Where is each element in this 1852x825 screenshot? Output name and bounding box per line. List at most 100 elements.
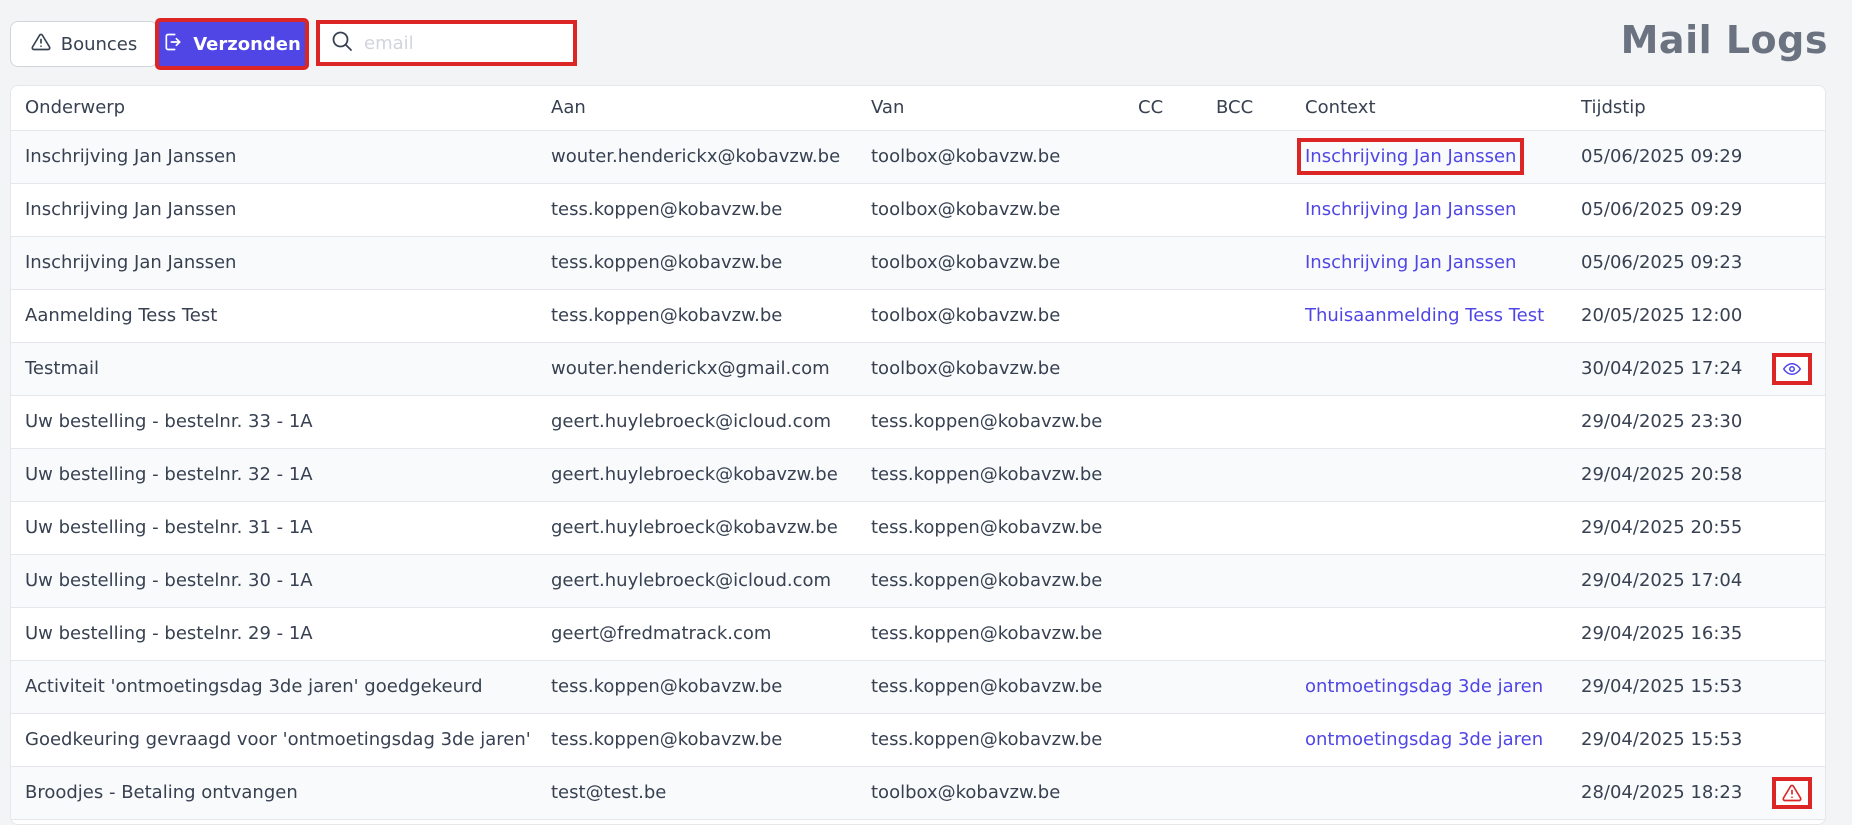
table-row[interactable]: Testmail wouter.henderickx@gmail.com toolb…	[11, 342, 1825, 396]
search-icon	[330, 29, 354, 57]
context-link[interactable]: Inschrijving Jan Janssen	[1305, 199, 1516, 220]
cell-onderwerp: Uw bestelling - bestelnr. 31 - 1A	[11, 501, 537, 555]
cell-tijdstip: 29/04/2025 20:55	[1567, 501, 1757, 555]
cell-context	[1291, 395, 1567, 449]
cell-action	[1757, 766, 1825, 820]
cell-bcc	[1202, 607, 1291, 661]
cell-aan: tess.koppen@kobavzw.be	[537, 183, 857, 237]
cell-van: tess.koppen@kobavzw.be	[857, 501, 1124, 555]
column-header-tijdstip[interactable]: Tijdstip	[1567, 86, 1757, 131]
cell-van: tess.koppen@kobavzw.be	[857, 395, 1124, 449]
cell-onderwerp: Aanmelding Tess Test	[11, 289, 537, 343]
cell-tijdstip: 28/04/2025 18:23	[1567, 766, 1757, 820]
table-header-row: Onderwerp Aan Van CC BCC Context Tijdsti…	[11, 86, 1825, 131]
column-header-bcc[interactable]: BCC	[1202, 86, 1291, 131]
cell-onderwerp: Activiteit 'ontmoetingsdag 3de jaren' go…	[11, 660, 537, 714]
cell-bcc	[1202, 501, 1291, 555]
cell-cc	[1124, 183, 1202, 237]
cell-action	[1757, 501, 1825, 555]
cell-van: tess.koppen@kobavzw.be	[857, 448, 1124, 502]
table-row[interactable]: Activiteit 'ontmoetingsdag 3de jaren' go…	[11, 660, 1825, 714]
cell-context: Inschrijving Jan Janssen	[1291, 236, 1567, 290]
cell-context	[1291, 766, 1567, 820]
cell-context: ontmoetingsdag 3de jaren	[1291, 713, 1567, 767]
cell-aan: tess.koppen@kobavzw.be	[537, 660, 857, 714]
cell-bcc	[1202, 183, 1291, 237]
cell-cc	[1124, 342, 1202, 396]
column-header-context[interactable]: Context	[1291, 86, 1567, 131]
view-button[interactable]	[1772, 352, 1812, 385]
column-header-onderwerp[interactable]: Onderwerp	[11, 86, 537, 131]
context-link[interactable]: ontmoetingsdag 3de jaren	[1305, 676, 1543, 697]
column-header-cc[interactable]: CC	[1124, 86, 1202, 131]
cell-onderwerp: Uw bestelling - bestelnr. 30 - 1A	[11, 554, 537, 608]
cell-aan: test@test.be	[537, 766, 857, 820]
cell-aan: wouter.henderickx@kobavzw.be	[537, 130, 857, 184]
cell-tijdstip: 29/04/2025 15:53	[1567, 660, 1757, 714]
cell-context	[1291, 342, 1567, 396]
table-row[interactable]: Uw bestelling - bestelnr. 33 - 1A geert.h…	[11, 395, 1825, 449]
cell-cc	[1124, 130, 1202, 184]
cell-bcc	[1202, 342, 1291, 396]
table-row[interactable]: Uw bestelling - bestelnr. 31 - 1A geert.h…	[11, 501, 1825, 555]
cell-tijdstip: 29/04/2025 20:58	[1567, 448, 1757, 502]
cell-tijdstip: 20/05/2025 12:00	[1567, 289, 1757, 343]
bounce-warning-button[interactable]	[1772, 776, 1812, 809]
cell-cc	[1124, 448, 1202, 502]
cell-aan: geert.huylebroeck@icloud.com	[537, 395, 857, 449]
mail-log-table: Onderwerp Aan Van CC BCC Context Tijdsti…	[10, 85, 1826, 825]
table-row[interactable]: Broodjes - Betaling ontvangen test@test.b…	[11, 766, 1825, 820]
cell-aan: tess.koppen@kobavzw.be	[537, 713, 857, 767]
table-row[interactable]: Aanmelding Tess Test tess.koppen@kobavzw.…	[11, 289, 1825, 343]
table-row[interactable]: Inschrijving Jan Janssen wouter.henderick…	[11, 130, 1825, 184]
cell-cc	[1124, 660, 1202, 714]
table-row[interactable]: Uw bestelling - bestelnr. 32 - 1A geert.h…	[11, 448, 1825, 502]
cell-aan: geert.huylebroeck@kobavzw.be	[537, 448, 857, 502]
page-title: Mail Logs	[1620, 18, 1828, 62]
cell-cc	[1124, 607, 1202, 661]
cell-bcc	[1202, 236, 1291, 290]
cell-van: toolbox@kobavzw.be	[857, 236, 1124, 290]
cell-action	[1757, 660, 1825, 714]
table-row[interactable]: Inschrijving Jan Janssen tess.koppen@koba…	[11, 236, 1825, 290]
cell-cc	[1124, 766, 1202, 820]
table-row[interactable]: Goedkeuring gevraagd voor 'ontmoetingsda…	[11, 713, 1825, 767]
cell-tijdstip: 29/04/2025 23:30	[1567, 395, 1757, 449]
context-link[interactable]: Thuisaanmelding Tess Test	[1305, 305, 1544, 326]
column-header-aan[interactable]: Aan	[537, 86, 857, 131]
table-row[interactable]: Uw bestelling - bestelnr. 29 - 1A geert@f…	[11, 607, 1825, 661]
cell-action	[1757, 448, 1825, 502]
cell-tijdstip: 05/06/2025 09:23	[1567, 236, 1757, 290]
cell-bcc	[1202, 713, 1291, 767]
cell-context: Thuisaanmelding Tess Test	[1291, 289, 1567, 343]
cell-tijdstip: 05/06/2025 09:29	[1567, 183, 1757, 237]
context-link[interactable]: Inschrijving Jan Janssen	[1296, 138, 1525, 175]
cell-action	[1757, 554, 1825, 608]
cell-context: Inschrijving Jan Janssen	[1291, 183, 1567, 237]
cell-cc	[1124, 713, 1202, 767]
cell-onderwerp: Uw bestelling - bestelnr. 29 - 1A	[11, 607, 537, 661]
cell-bcc	[1202, 660, 1291, 714]
column-header-van[interactable]: Van	[857, 86, 1124, 131]
column-header-actions	[1757, 86, 1825, 131]
cell-context: ontmoetingsdag 3de jaren	[1291, 660, 1567, 714]
search-input[interactable]	[364, 32, 554, 54]
cell-context: Inschrijving Jan Janssen	[1291, 130, 1567, 184]
cell-tijdstip: 29/04/2025 17:04	[1567, 554, 1757, 608]
cell-tijdstip: 29/04/2025 16:35	[1567, 607, 1757, 661]
cell-van: tess.koppen@kobavzw.be	[857, 660, 1124, 714]
search-box	[316, 20, 577, 66]
cell-van: toolbox@kobavzw.be	[857, 289, 1124, 343]
cell-cc	[1124, 236, 1202, 290]
context-link[interactable]: Inschrijving Jan Janssen	[1305, 252, 1516, 273]
table-row[interactable]: Uw bestelling - bestelnr. 30 - 1A geert.h…	[11, 554, 1825, 608]
table-row[interactable]: Inschrijving Jan Janssen tess.koppen@koba…	[11, 183, 1825, 237]
context-link[interactable]: ontmoetingsdag 3de jaren	[1305, 729, 1543, 750]
cell-van: toolbox@kobavzw.be	[857, 342, 1124, 396]
cell-cc	[1124, 395, 1202, 449]
tab-bounces[interactable]: Bounces	[11, 22, 157, 66]
tab-verzonden[interactable]: Verzonden	[155, 18, 309, 70]
cell-van: tess.koppen@kobavzw.be	[857, 554, 1124, 608]
cell-van: tess.koppen@kobavzw.be	[857, 713, 1124, 767]
cell-bcc	[1202, 395, 1291, 449]
